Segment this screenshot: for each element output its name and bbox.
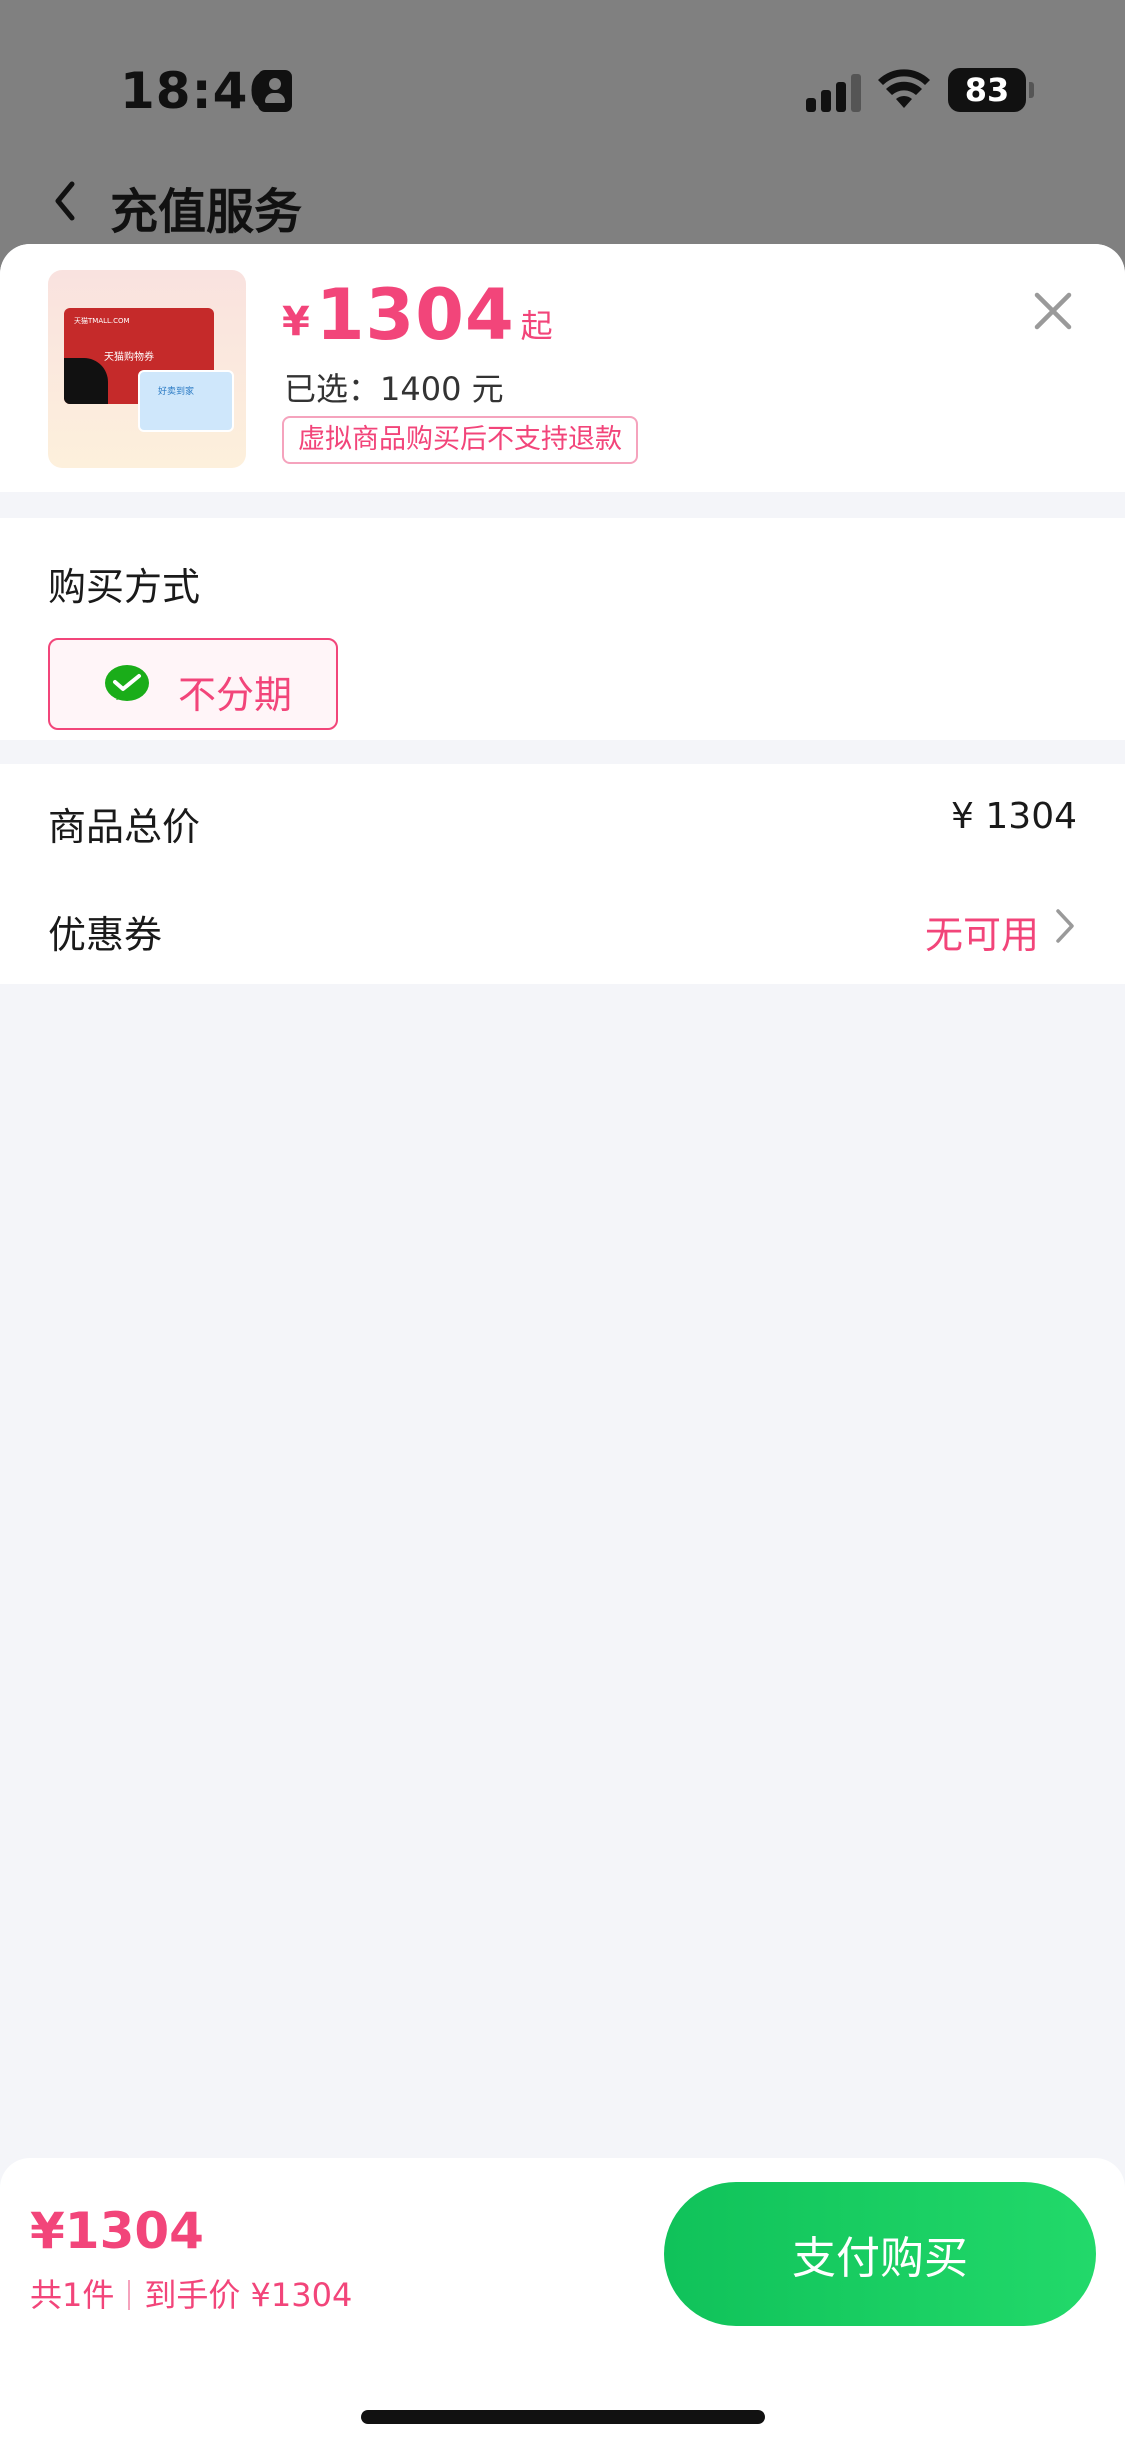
close-icon[interactable] bbox=[1028, 286, 1078, 336]
bottom-total-price: ¥1304 bbox=[30, 2202, 204, 2260]
contact-card-icon bbox=[258, 70, 292, 112]
item-count: 共1件 bbox=[30, 2276, 115, 2314]
product-image: 天猫TMALL.COM 天猫购物券 好卖到家 bbox=[48, 270, 246, 468]
price-amount: 1304 bbox=[315, 274, 515, 356]
product-price: ¥1304 起 bbox=[282, 274, 553, 356]
coupon-label: 优惠券 bbox=[48, 913, 163, 957]
page-title: 充值服务 bbox=[110, 184, 303, 240]
refund-notice-badge: 虚拟商品购买后不支持退款 bbox=[282, 416, 638, 464]
purchase-sheet: 天猫TMALL.COM 天猫购物券 好卖到家 ¥1304 起 已选：1400 元 … bbox=[0, 244, 1125, 2446]
divider bbox=[128, 2280, 131, 2310]
cellular-signal-icon bbox=[806, 72, 862, 112]
small-card-text: 好卖到家 bbox=[158, 387, 195, 397]
battery-icon: 83 bbox=[948, 68, 1034, 112]
payment-method-section: 购买方式 不分期 bbox=[0, 518, 1125, 740]
coupon-row[interactable]: 优惠券 无可用 bbox=[0, 874, 1125, 974]
chevron-right-icon bbox=[1056, 909, 1074, 943]
home-indicator bbox=[361, 2410, 765, 2424]
currency-symbol: ¥ bbox=[282, 299, 310, 345]
wechat-pay-icon bbox=[105, 665, 149, 701]
bottom-price-detail: 共1件 到手价 ¥1304 bbox=[30, 2270, 352, 2316]
bottom-action-bar: ¥1304 共1件 到手价 ¥1304 支付购买 bbox=[0, 2158, 1125, 2446]
total-price-label: 商品总价 bbox=[48, 805, 201, 849]
payment-method-title: 购买方式 bbox=[48, 565, 201, 609]
status-bar: 18:46 83 bbox=[0, 0, 1125, 180]
pay-button[interactable]: 支付购买 bbox=[664, 2182, 1096, 2326]
price-suffix: 起 bbox=[520, 307, 553, 345]
final-price: 到手价 ¥1304 bbox=[144, 2276, 353, 2314]
back-chevron-icon[interactable] bbox=[48, 176, 84, 226]
wifi-icon bbox=[878, 69, 930, 108]
payment-option-no-installment[interactable]: 不分期 bbox=[48, 638, 338, 730]
card-name-text: 天猫购物券 bbox=[104, 352, 154, 363]
product-header: 天猫TMALL.COM 天猫购物券 好卖到家 ¥1304 起 已选：1400 元 … bbox=[0, 244, 1125, 492]
coupon-value: 无可用 bbox=[924, 913, 1039, 957]
total-price-value: ¥ 1304 bbox=[951, 796, 1077, 837]
card-brand-text: 天猫TMALL.COM bbox=[74, 317, 130, 325]
price-summary: 商品总价 ¥ 1304 优惠券 无可用 bbox=[0, 764, 1125, 984]
payment-option-label: 不分期 bbox=[178, 673, 293, 717]
selected-option: 已选：1400 元 bbox=[284, 370, 504, 408]
